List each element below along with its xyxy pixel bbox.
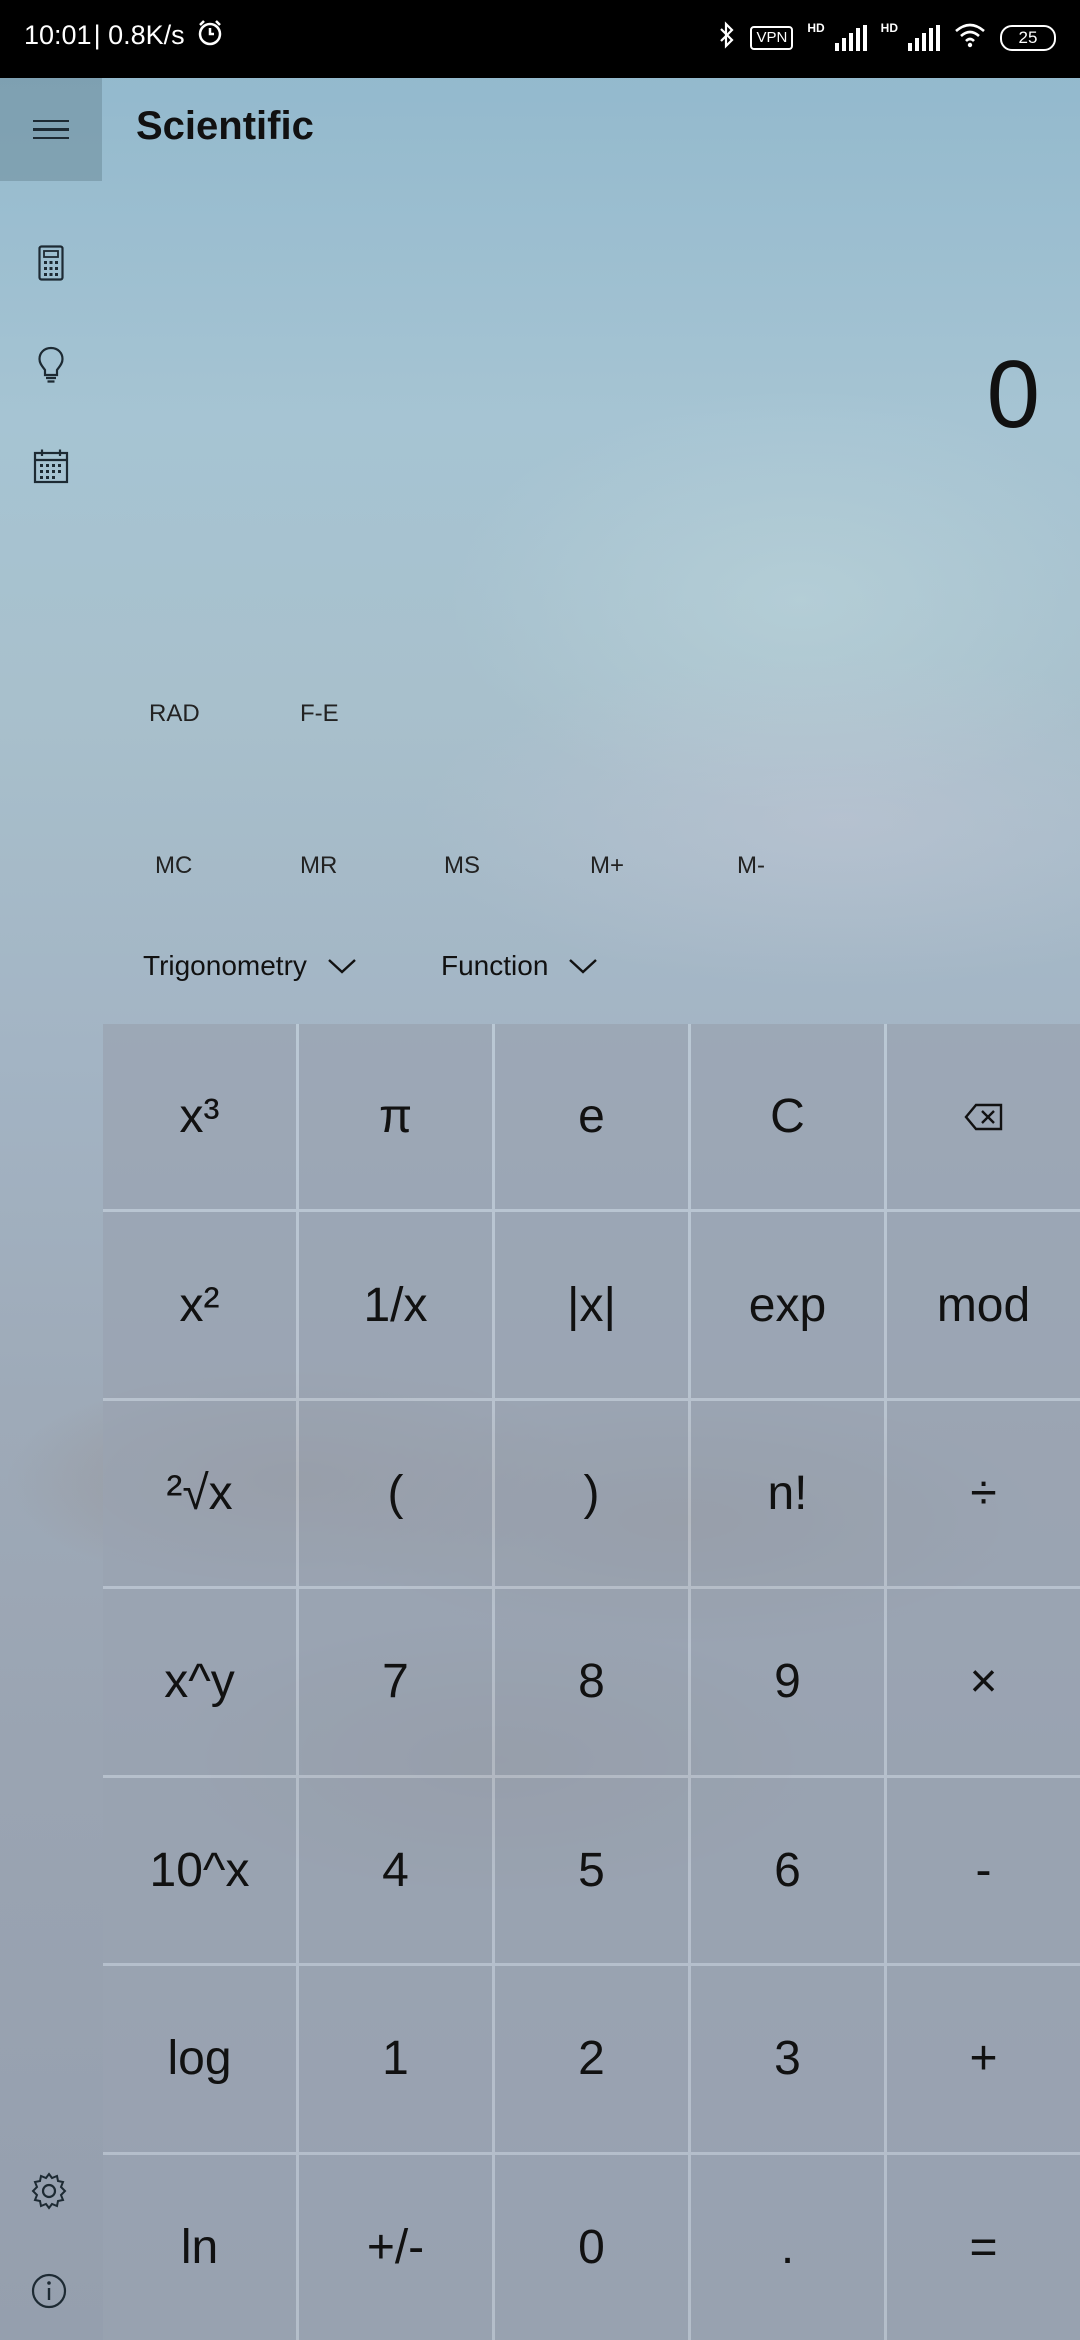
memory-store-button[interactable]: MS — [444, 852, 480, 880]
calendar-icon — [33, 449, 69, 484]
battery-indicator: 25 — [1000, 25, 1056, 51]
key-subtract[interactable]: - — [887, 1777, 1080, 1964]
key-negate[interactable]: +/- — [299, 2154, 492, 2340]
lightbulb-icon — [38, 346, 64, 383]
bluetooth-icon — [718, 21, 736, 55]
rail-item-calculator[interactable] — [0, 213, 102, 313]
key-5[interactable]: 5 — [495, 1777, 688, 1964]
key-factorial[interactable]: n! — [691, 1400, 884, 1587]
key-x-squared[interactable]: x² — [103, 1212, 296, 1398]
key-2[interactable]: 2 — [495, 1966, 688, 2152]
key-1[interactable]: 1 — [299, 1966, 492, 2152]
result-display: 0 — [986, 341, 1040, 448]
page-title: Scientific — [136, 104, 314, 148]
about-button[interactable] — [30, 2272, 68, 2315]
hamburger-icon — [33, 114, 69, 146]
key-ten-power[interactable]: 10^x — [103, 1777, 296, 1964]
calculator-icon — [38, 245, 64, 281]
key-clear[interactable]: C — [691, 1024, 884, 1210]
key-reciprocal[interactable]: 1/x — [299, 1212, 492, 1398]
info-icon — [31, 2273, 67, 2309]
chevron-down-icon — [569, 959, 598, 974]
navigation-rail — [0, 78, 102, 2340]
status-time: 10:01 — [24, 20, 92, 50]
rail-item-ideas[interactable] — [0, 315, 102, 415]
chevron-down-icon — [328, 959, 356, 974]
rail-item-date[interactable] — [0, 416, 102, 516]
key-decimal[interactable]: . — [691, 2154, 884, 2340]
key-mod[interactable]: mod — [887, 1212, 1080, 1398]
fixed-exponential-button[interactable]: F-E — [300, 700, 339, 728]
keypad: x³ π e C x² 1/x |x| exp mod ²√x ( ) n! ÷… — [103, 1024, 1080, 2340]
key-open-paren[interactable]: ( — [299, 1400, 492, 1587]
trigonometry-dropdown[interactable]: Trigonometry — [143, 950, 357, 982]
vpn-badge: VPN — [750, 26, 794, 50]
status-left: 10:01 | 0.8K/s — [24, 18, 225, 53]
memory-add-button[interactable]: M+ — [590, 852, 624, 880]
key-9[interactable]: 9 — [691, 1589, 884, 1775]
calculator-screen: 10:01 | 0.8K/s VPN HD HD 25 Scientific 0… — [0, 0, 1080, 2340]
menu-button[interactable] — [0, 78, 102, 181]
key-add[interactable]: + — [887, 1966, 1080, 2152]
alarm-icon — [195, 18, 225, 53]
function-label: Function — [441, 950, 549, 981]
key-backspace[interactable] — [887, 1024, 1080, 1210]
memory-subtract-button[interactable]: M- — [737, 852, 765, 880]
key-log[interactable]: log — [103, 1966, 296, 2152]
key-8[interactable]: 8 — [495, 1589, 688, 1775]
signal-icon-1 — [834, 25, 867, 51]
settings-button[interactable] — [30, 2172, 68, 2215]
key-pi[interactable]: π — [299, 1024, 492, 1210]
key-6[interactable]: 6 — [691, 1777, 884, 1964]
key-7[interactable]: 7 — [299, 1589, 492, 1775]
key-3[interactable]: 3 — [691, 1966, 884, 2152]
status-bar: 10:01 | 0.8K/s VPN HD HD 25 — [0, 0, 1080, 78]
key-x-cubed[interactable]: x³ — [103, 1024, 296, 1210]
function-dropdown[interactable]: Function — [441, 950, 598, 982]
key-close-paren[interactable]: ) — [495, 1400, 688, 1587]
hd-label-2: HD — [880, 21, 898, 35]
status-right: VPN HD HD 25 — [718, 20, 1056, 56]
angle-unit-button[interactable]: RAD — [149, 700, 200, 728]
memory-recall-button[interactable]: MR — [300, 852, 337, 880]
network-speed: | 0.8K/s — [93, 20, 185, 50]
hd-label: HD — [807, 21, 825, 35]
signal-icon-2 — [908, 25, 940, 51]
key-multiply[interactable]: × — [887, 1589, 1080, 1775]
key-equals[interactable]: = — [887, 2154, 1080, 2340]
key-divide[interactable]: ÷ — [887, 1400, 1080, 1587]
key-0[interactable]: 0 — [495, 2154, 688, 2340]
gear-icon — [31, 2172, 67, 2210]
key-absolute[interactable]: |x| — [495, 1212, 688, 1398]
key-ln[interactable]: ln — [103, 2154, 296, 2340]
wifi-icon — [954, 22, 986, 54]
trigonometry-label: Trigonometry — [143, 950, 307, 981]
memory-clear-button[interactable]: MC — [155, 852, 192, 880]
key-square-root[interactable]: ²√x — [103, 1400, 296, 1587]
key-exp[interactable]: exp — [691, 1212, 884, 1398]
backspace-icon — [963, 1103, 1002, 1130]
key-4[interactable]: 4 — [299, 1777, 492, 1964]
key-e[interactable]: e — [495, 1024, 688, 1210]
key-power[interactable]: x^y — [103, 1589, 296, 1775]
